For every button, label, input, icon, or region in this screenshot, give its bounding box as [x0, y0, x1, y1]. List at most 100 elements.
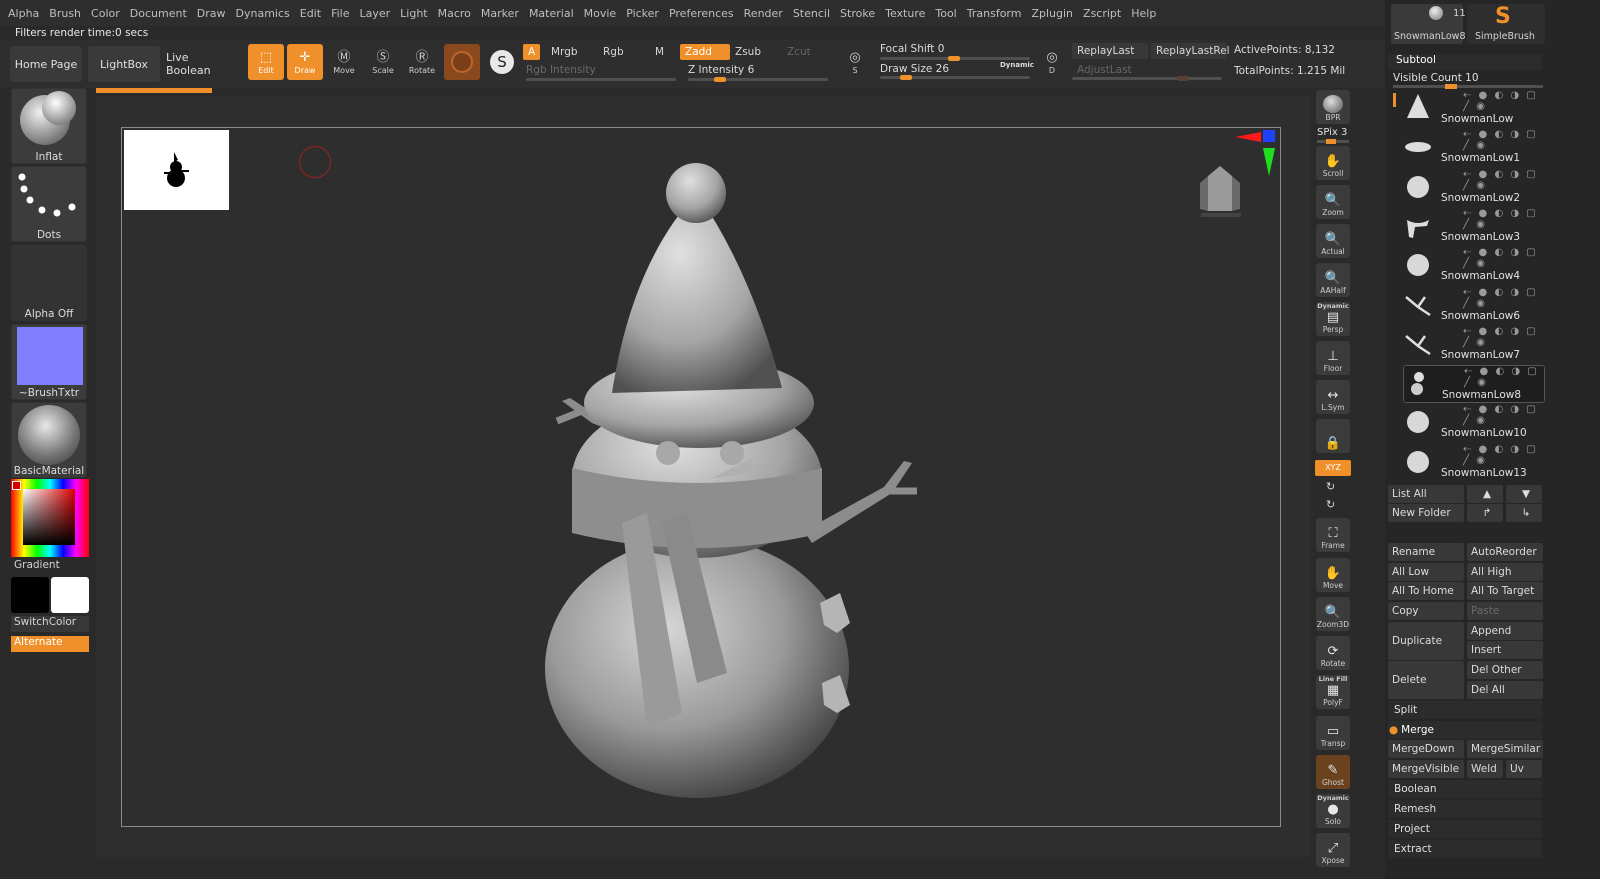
- merge-section[interactable]: ● Merge: [1388, 721, 1542, 739]
- frame-button[interactable]: ⛶ Frame: [1316, 518, 1350, 552]
- menu-stencil[interactable]: Stencil: [793, 7, 830, 20]
- stroke-slot[interactable]: Dots: [11, 166, 87, 242]
- list-all-button[interactable]: List All: [1388, 485, 1464, 503]
- subtool-item[interactable]: ⇠ ● ◐ ◑ ▢ ╱ ◉ SnowmanLow13: [1403, 444, 1545, 482]
- subtool-toggles[interactable]: ⇠ ● ◐ ◑ ▢ ╱ ◉: [1463, 444, 1545, 466]
- delete-button[interactable]: Delete: [1388, 661, 1464, 699]
- zadd-toggle[interactable]: Zadd: [680, 44, 730, 60]
- scroll-button[interactable]: ✋ Scroll: [1316, 146, 1350, 180]
- rename-button[interactable]: Rename: [1388, 543, 1464, 561]
- menu-light[interactable]: Light: [400, 7, 427, 20]
- draw-button[interactable]: ✛ Draw: [287, 44, 323, 80]
- texture-slot[interactable]: ~BrushTxtr: [11, 324, 87, 400]
- adjust-last-slider[interactable]: [1072, 76, 1222, 81]
- tab-home-page[interactable]: Home Page: [10, 46, 82, 82]
- document-viewport[interactable]: [121, 127, 1281, 827]
- move-out-button[interactable]: ↱: [1467, 504, 1503, 522]
- alpha-slot[interactable]: Alpha Off: [11, 245, 87, 321]
- menu-movie[interactable]: Movie: [584, 7, 617, 20]
- menu-texture[interactable]: Texture: [885, 7, 925, 20]
- alternate-button[interactable]: Alternate: [11, 636, 89, 652]
- gradient-label[interactable]: Gradient: [14, 559, 60, 571]
- z-intensity-slider[interactable]: [688, 77, 828, 82]
- lock-button[interactable]: 🔒: [1316, 419, 1350, 453]
- rotate-view-button[interactable]: ⟳ Rotate: [1316, 636, 1350, 670]
- remesh-section[interactable]: Remesh: [1388, 800, 1542, 818]
- subtool-scroll-indicator[interactable]: [1393, 93, 1396, 107]
- subtool-toggles[interactable]: ⇠ ● ◐ ◑ ▢ ╱ ◉: [1463, 169, 1545, 191]
- replay-last-rel-button[interactable]: ReplayLastRel: [1151, 43, 1230, 59]
- xyz-toggle[interactable]: XYZ: [1315, 460, 1351, 476]
- subtool-toggles[interactable]: ⇠ ● ◐ ◑ ▢ ╱ ◉: [1463, 90, 1545, 112]
- draw-size-knob[interactable]: [900, 75, 912, 80]
- menu-document[interactable]: Document: [130, 7, 187, 20]
- menu-stroke[interactable]: Stroke: [840, 7, 875, 20]
- draw-size-slider[interactable]: [880, 75, 1030, 80]
- visible-count-slider[interactable]: [1393, 84, 1543, 89]
- simplebrush-slot[interactable]: S SimpleBrush: [1467, 4, 1545, 44]
- menu-marker[interactable]: Marker: [481, 7, 519, 20]
- lsym-button[interactable]: ↔ L.Sym: [1316, 380, 1350, 414]
- extract-section[interactable]: Extract: [1388, 840, 1542, 858]
- menu-alpha[interactable]: Alpha: [8, 7, 39, 20]
- subtool-item[interactable]: ⇠ ● ◐ ◑ ▢ ╱ ◉ SnowmanLow: [1403, 90, 1545, 128]
- zoom3d-button[interactable]: 🔍 Zoom3D: [1316, 597, 1350, 631]
- subtool-item[interactable]: ⇠ ● ◐ ◑ ▢ ╱ ◉ SnowmanLow6: [1403, 287, 1545, 325]
- spix-slider[interactable]: [1317, 139, 1349, 144]
- replay-last-button[interactable]: ReplayLast: [1072, 43, 1148, 59]
- paste-button[interactable]: Paste: [1467, 602, 1543, 620]
- persp-button[interactable]: Dynamic ▤ Persp: [1316, 302, 1350, 336]
- scale-button[interactable]: Ⓢ Scale: [365, 44, 401, 80]
- menu-material[interactable]: Material: [529, 7, 574, 20]
- material-swatch-button[interactable]: [444, 44, 480, 80]
- xpose-button[interactable]: ⤢ Xpose: [1316, 833, 1350, 867]
- rgb-toggle[interactable]: Rgb: [598, 44, 629, 60]
- menu-render[interactable]: Render: [744, 7, 783, 20]
- del-other-button[interactable]: Del Other: [1467, 661, 1543, 679]
- menu-zscript[interactable]: Zscript: [1083, 7, 1121, 20]
- subtool-toggles[interactable]: ⇠ ● ◐ ◑ ▢ ╱ ◉: [1464, 366, 1544, 388]
- project-section[interactable]: Project: [1388, 820, 1542, 838]
- subtool-item[interactable]: ⇠ ● ◐ ◑ ▢ ╱ ◉ SnowmanLow2: [1403, 169, 1545, 207]
- color-picker-square[interactable]: [23, 489, 75, 545]
- menu-zplugin[interactable]: Zplugin: [1031, 7, 1073, 20]
- actual-button[interactable]: 🔍 Actual: [1316, 224, 1350, 258]
- transp-button[interactable]: ▭ Transp: [1316, 716, 1350, 750]
- move-button[interactable]: Ⓜ Move: [326, 44, 362, 80]
- bpr-button[interactable]: BPR: [1316, 90, 1350, 124]
- menu-picker[interactable]: Picker: [626, 7, 659, 20]
- rotate-z-icon[interactable]: ↻: [1326, 498, 1335, 511]
- z-intensity-knob[interactable]: [714, 77, 726, 82]
- merge-down-button[interactable]: MergeDown: [1388, 740, 1464, 758]
- split-section[interactable]: Split: [1388, 701, 1542, 719]
- material-slot[interactable]: BasicMaterial: [11, 402, 87, 478]
- menu-tool[interactable]: Tool: [935, 7, 956, 20]
- menu-transform[interactable]: Transform: [967, 7, 1022, 20]
- spix-label[interactable]: SPix 3: [1317, 127, 1347, 138]
- subtool-item[interactable]: ⇠ ● ◐ ◑ ▢ ╱ ◉ SnowmanLow8: [1403, 365, 1545, 404]
- subtool-item[interactable]: ⇠ ● ◐ ◑ ▢ ╱ ◉ SnowmanLow3: [1403, 208, 1545, 246]
- move-in-button[interactable]: ↳: [1506, 504, 1542, 522]
- a-toggle[interactable]: A: [523, 44, 541, 60]
- rotate-button[interactable]: Ⓡ Rotate: [404, 44, 440, 80]
- current-tool-slot[interactable]: 11 SnowmanLow8: [1391, 4, 1466, 44]
- duplicate-button[interactable]: Duplicate: [1388, 622, 1464, 660]
- solo-button[interactable]: Dynamic ● Solo: [1316, 794, 1350, 828]
- dynamic-label[interactable]: Dynamic: [1000, 61, 1034, 69]
- spix-knob[interactable]: [1326, 139, 1336, 144]
- subtool-item[interactable]: ⇠ ● ◐ ◑ ▢ ╱ ◉ SnowmanLow4: [1403, 247, 1545, 285]
- secondary-color-swatch[interactable]: [51, 577, 89, 613]
- aahalf-button[interactable]: 🔍 AAHalf: [1316, 263, 1350, 297]
- all-low-button[interactable]: All Low: [1388, 563, 1464, 581]
- navigation-thumbnail[interactable]: [124, 130, 229, 210]
- zoom-button[interactable]: 🔍 Zoom: [1316, 185, 1350, 219]
- ghost-button[interactable]: ✎ Ghost: [1316, 755, 1350, 789]
- boolean-section[interactable]: Boolean: [1388, 780, 1542, 798]
- menu-help[interactable]: Help: [1131, 7, 1156, 20]
- menu-macro[interactable]: Macro: [438, 7, 471, 20]
- view-cube-icon[interactable]: [1196, 161, 1246, 221]
- menu-layer[interactable]: Layer: [359, 7, 390, 20]
- append-button[interactable]: Append: [1467, 622, 1543, 640]
- menu-color[interactable]: Color: [91, 7, 120, 20]
- rotate-y-icon[interactable]: ↻: [1326, 480, 1335, 493]
